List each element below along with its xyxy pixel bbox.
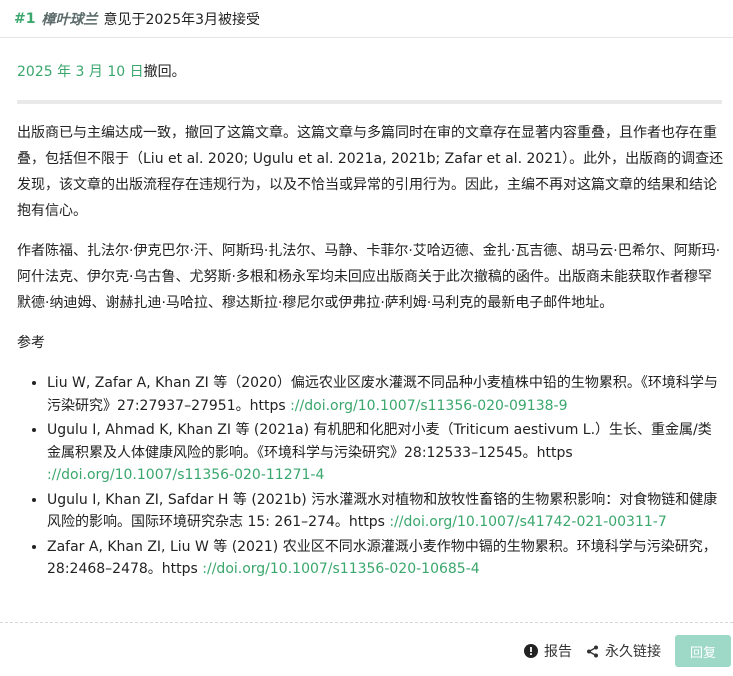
reference-item: Ugulu I, Khan ZI, Safdar H 等 (2021b) 污水灌… <box>47 489 725 534</box>
post-content: 出版商已与主编达成一致，撤回了这篇文章。这篇文章与多篇同时在审的文章存在显著内容… <box>17 120 725 583</box>
post-number[interactable]: #1 <box>14 11 35 27</box>
post-actions: 报告 永久链接 回复 <box>524 634 731 668</box>
exclamation-circle-icon <box>524 644 538 658</box>
reference-doi-link[interactable]: ://doi.org/10.1007/s41742-021-00311-7 <box>389 514 666 530</box>
retraction-paragraph: 出版商已与主编达成一致，撤回了这篇文章。这篇文章与多篇同时在审的文章存在显著内容… <box>17 125 724 219</box>
references-heading: 参考 <box>17 335 45 351</box>
post-title: 意见于2025年3月被接受 <box>103 11 261 28</box>
report-label: 报告 <box>544 644 572 660</box>
post-header: #1 樟叶球兰 意见于2025年3月被接受 <box>0 0 733 38</box>
footer-divider <box>0 622 733 623</box>
reference-doi-link[interactable]: ://doi.org/10.1007/s11356-020-09138-9 <box>290 398 567 414</box>
report-button[interactable]: 报告 <box>524 641 572 661</box>
reference-text: Ugulu I, Ahmad K, Khan ZI 等 (2021a) 有机肥和… <box>47 422 712 461</box>
share-icon <box>586 645 599 658</box>
username[interactable]: 樟叶球兰 <box>41 9 97 29</box>
reference-item: Liu W, Zafar A, Khan ZI 等（2020）偏远农业区废水灌溉… <box>47 372 725 417</box>
permalink-label: 永久链接 <box>605 644 661 660</box>
reference-doi-link[interactable]: ://doi.org/10.1007/s11356-020-11271-4 <box>47 467 324 483</box>
reference-doi-link[interactable]: ://doi.org/10.1007/s11356-020-10685-4 <box>202 561 479 577</box>
reference-item: Zafar A, Khan ZI, Liu W 等 (2021) 农业区不同水源… <box>47 536 725 581</box>
reference-item: Ugulu I, Ahmad K, Khan ZI 等 (2021a) 有机肥和… <box>47 419 725 487</box>
retraction-date-link[interactable]: 2025 年 3 月 10 日 <box>17 64 144 80</box>
divider <box>17 100 722 104</box>
authors-paragraph: 作者陈福、扎法尔·伊克巴尔·汗、阿斯玛·扎法尔、马静、卡菲尔·艾哈迈德、金扎·瓦… <box>17 243 721 311</box>
permalink-button[interactable]: 永久链接 <box>586 641 661 661</box>
references-list: Liu W, Zafar A, Khan ZI 等（2020）偏远农业区废水灌溉… <box>17 372 725 581</box>
retraction-date-suffix: 撤回。 <box>143 64 186 80</box>
reply-button[interactable]: 回复 <box>675 635 731 667</box>
retraction-date-line: 2025 年 3 月 10 日撤回。 <box>17 61 186 81</box>
